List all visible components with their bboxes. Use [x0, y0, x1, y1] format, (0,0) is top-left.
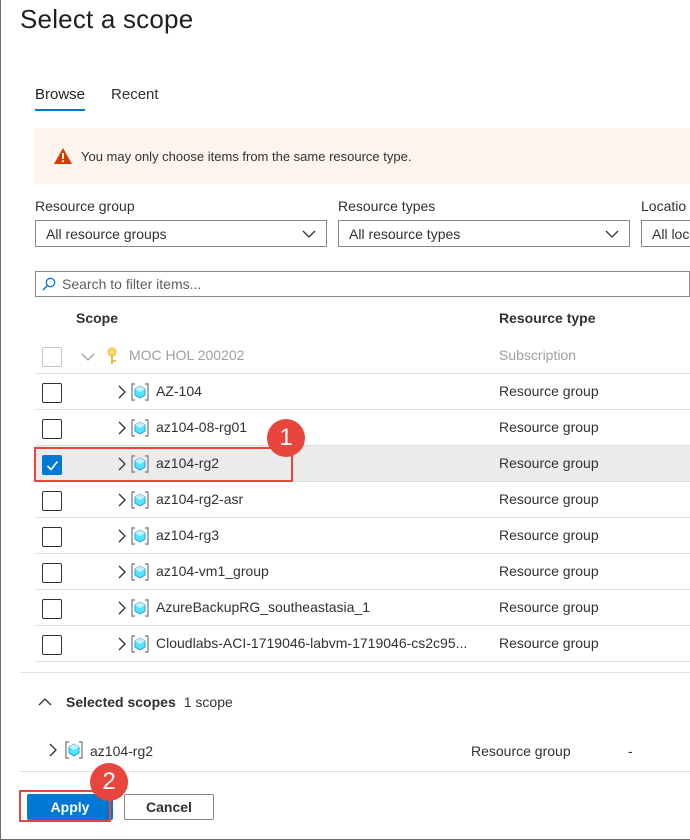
- row-type: Resource group: [499, 635, 599, 651]
- location-dropdown[interactable]: All loc: [641, 220, 690, 247]
- row-checkbox[interactable]: [42, 491, 62, 511]
- resource-types-dropdown[interactable]: All resource types: [338, 220, 630, 247]
- subscription-type: Subscription: [499, 347, 577, 363]
- table-row[interactable]: az104-rg3 Resource group: [35, 518, 690, 554]
- resource-group-icon: [131, 491, 149, 509]
- resource-group-icon: [131, 527, 149, 545]
- row-checkbox[interactable]: [42, 527, 62, 547]
- row-type: Resource group: [499, 527, 599, 543]
- search-icon: [42, 277, 56, 291]
- chevron-up-icon[interactable]: [38, 695, 52, 709]
- row-type: Resource group: [499, 419, 599, 435]
- row-name: Cloudlabs-ACI-1719046-labvm-1719046-cs2c…: [156, 635, 468, 651]
- location-value: All loc: [652, 225, 690, 242]
- selected-scopes-count: 1 scope: [183, 694, 233, 710]
- chevron-down-icon: [302, 230, 316, 238]
- chevron-right-icon[interactable]: [115, 421, 129, 435]
- key-icon: [107, 347, 117, 364]
- chevron-right-icon[interactable]: [115, 493, 129, 507]
- annotation-highlight-row: [34, 447, 293, 482]
- search-input[interactable]: Search to filter items...: [35, 271, 690, 297]
- annotation-badge-1: 1: [267, 419, 305, 457]
- resource-types-label: Resource types: [338, 198, 436, 214]
- resource-group-dropdown[interactable]: All resource groups: [35, 220, 327, 247]
- chevron-right-icon[interactable]: [115, 637, 129, 651]
- resource-group-icon: [131, 599, 149, 617]
- location-label: Locatio: [641, 198, 687, 214]
- resource-group-icon: [131, 419, 149, 437]
- tab-bar: Browse Recent: [35, 86, 159, 111]
- cancel-button[interactable]: Cancel: [124, 794, 214, 820]
- resource-type-column-header[interactable]: Resource type: [499, 310, 595, 326]
- chevron-right-icon[interactable]: [115, 529, 129, 543]
- row-type: Resource group: [499, 599, 599, 615]
- annotation-badge-2: 2: [90, 763, 128, 801]
- table-row[interactable]: Cloudlabs-ACI-1719046-labvm-1719046-cs2c…: [35, 626, 690, 662]
- row-type: Resource group: [499, 491, 599, 507]
- selected-scopes-title: Selected scopes: [66, 694, 176, 710]
- dialog-title: Select a scope: [20, 4, 194, 34]
- selected-scopes-header[interactable]: Selected scopes 1 scope: [38, 694, 233, 710]
- selected-scope-location: -: [628, 743, 633, 759]
- resource-group-label: Resource group: [35, 198, 135, 214]
- row-name: AzureBackupRG_southeastasia_1: [156, 599, 371, 615]
- chevron-right-icon[interactable]: [115, 565, 129, 579]
- subscription-name: MOC HOL 200202: [129, 347, 245, 363]
- resource-group-icon: [131, 383, 149, 401]
- scope-column-header[interactable]: Scope: [76, 310, 118, 326]
- subscription-checkbox: [42, 347, 62, 367]
- resource-group-icon: [65, 741, 83, 759]
- row-checkbox[interactable]: [42, 635, 62, 655]
- resource-types-value: All resource types: [349, 225, 461, 242]
- table-row[interactable]: AZ-104 Resource group: [35, 374, 690, 410]
- warning-icon: [54, 148, 72, 164]
- row-checkbox[interactable]: [42, 563, 62, 583]
- tab-browse[interactable]: Browse: [35, 86, 86, 111]
- warning-banner: You may only choose items from the same …: [35, 128, 690, 184]
- resource-group-value: All resource groups: [46, 225, 167, 242]
- row-checkbox[interactable]: [42, 383, 62, 403]
- subscription-row[interactable]: MOC HOL 200202 Subscription: [35, 338, 690, 374]
- row-name: az104-rg3: [156, 527, 220, 543]
- warning-text: You may only choose items from the same …: [81, 148, 412, 164]
- row-name: AZ-104: [156, 383, 202, 399]
- chevron-right-icon[interactable]: [46, 743, 60, 757]
- table-row[interactable]: az104-vm1_group Resource group: [35, 554, 690, 590]
- chevron-right-icon[interactable]: [115, 601, 129, 615]
- resource-group-icon: [131, 563, 149, 581]
- row-type: Resource group: [499, 383, 599, 399]
- chevron-down-icon[interactable]: [81, 350, 95, 364]
- row-name: az104-rg2-asr: [156, 491, 244, 507]
- resource-group-icon: [131, 635, 149, 653]
- divider: [20, 672, 690, 673]
- table-row[interactable]: az104-08-rg01 Resource group: [35, 410, 690, 446]
- selected-scope-type: Resource group: [471, 743, 571, 759]
- chevron-right-icon[interactable]: [115, 385, 129, 399]
- tab-recent[interactable]: Recent: [111, 86, 159, 111]
- selected-scope-name: az104-rg2: [90, 743, 154, 759]
- row-type: Resource group: [499, 455, 599, 471]
- table-row[interactable]: az104-rg2-asr Resource group: [35, 482, 690, 518]
- row-name: az104-08-rg01: [156, 419, 248, 435]
- search-placeholder: Search to filter items...: [62, 276, 202, 292]
- row-type: Resource group: [499, 563, 599, 579]
- chevron-down-icon: [605, 230, 619, 238]
- row-checkbox[interactable]: [42, 419, 62, 439]
- row-name: az104-vm1_group: [156, 563, 269, 579]
- table-row[interactable]: AzureBackupRG_southeastasia_1 Resource gr…: [35, 590, 690, 626]
- row-checkbox[interactable]: [42, 599, 62, 619]
